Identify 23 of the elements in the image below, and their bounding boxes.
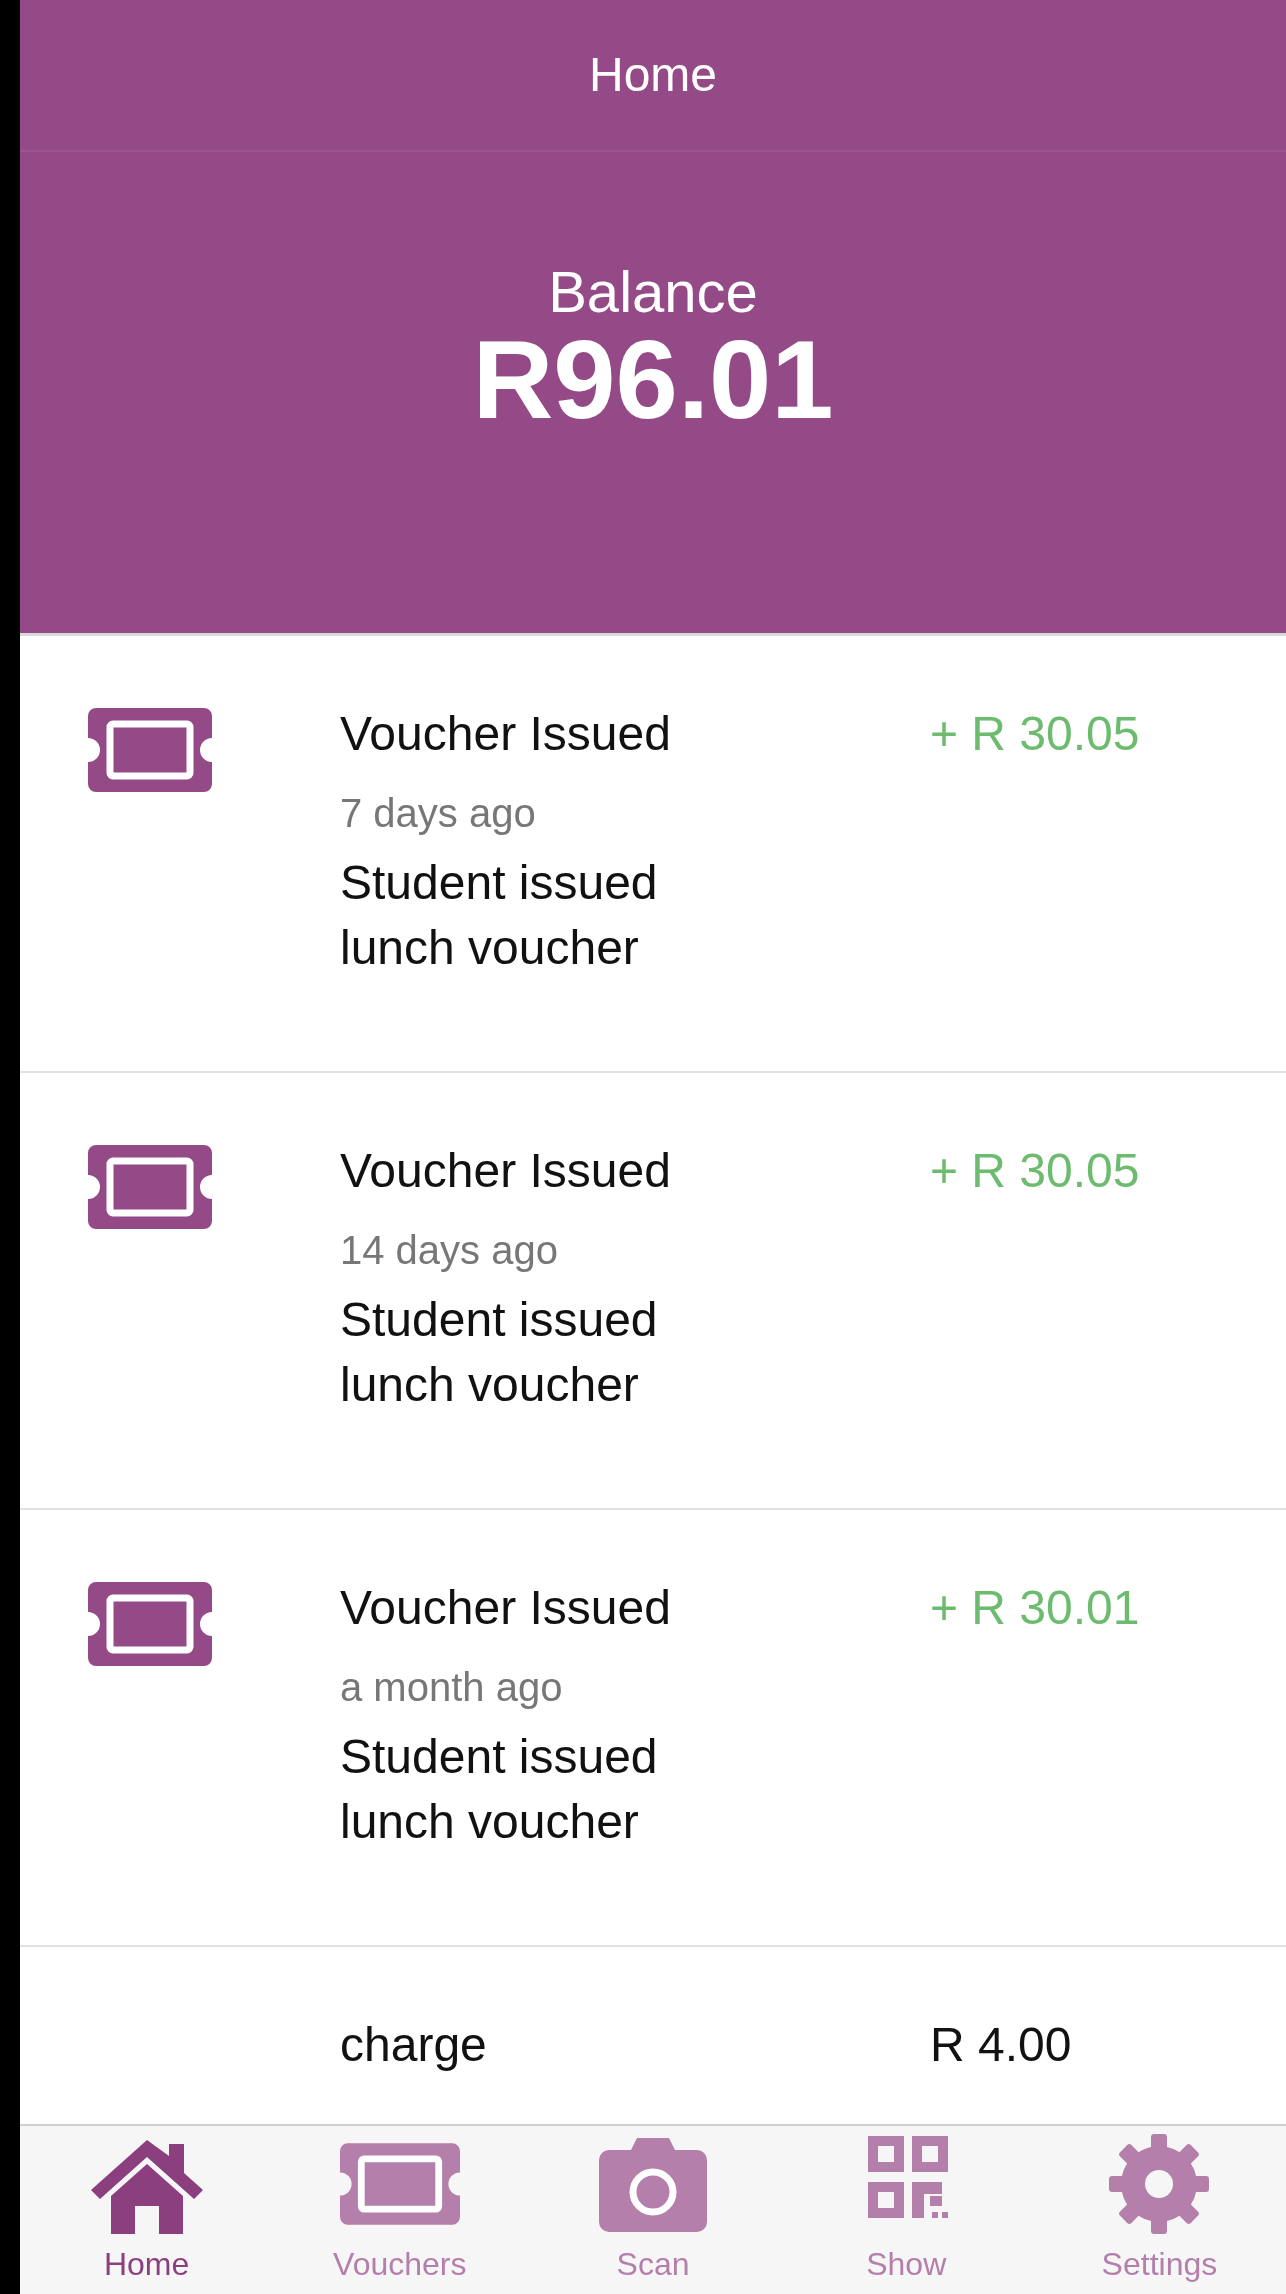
tab-bar-item[interactable]: Vouchers (273, 2126, 527, 2294)
transaction-time: a month ago (340, 1664, 564, 1709)
transaction-amount: R 4.00 (930, 2019, 1072, 2072)
ticket-icon (88, 1145, 212, 1229)
tab-bar-item[interactable]: Scan (526, 2126, 780, 2294)
transaction-amount: + R 30.01 (930, 1582, 1140, 1635)
transaction-description: Student issued lunch voucher (340, 1291, 659, 1413)
tab-bar-item[interactable]: Settings (1032, 2126, 1286, 2294)
ticket-icon (88, 708, 212, 792)
transaction-amount: + R 30.05 (930, 708, 1140, 761)
ticket-icon (88, 1582, 212, 1666)
transaction-title: Voucher Issued (340, 708, 672, 761)
transaction-amount: + R 30.05 (930, 1145, 1140, 1198)
transaction-title: charge (340, 2019, 488, 2072)
transaction-description: Student issued lunch voucher (340, 1728, 659, 1850)
tab-bar-item[interactable]: Show (779, 2126, 1033, 2294)
transaction-title: Voucher Issued (340, 1582, 672, 1635)
transaction-time: 7 days ago (340, 790, 537, 835)
tab-bar-item[interactable]: Home (20, 2126, 274, 2294)
transaction-title: Voucher Issued (340, 1145, 672, 1198)
transaction-description: Student issued lunch voucher (340, 854, 659, 976)
transaction-time: 14 days ago (340, 1227, 559, 1272)
screen-title: Home (588, 47, 717, 103)
